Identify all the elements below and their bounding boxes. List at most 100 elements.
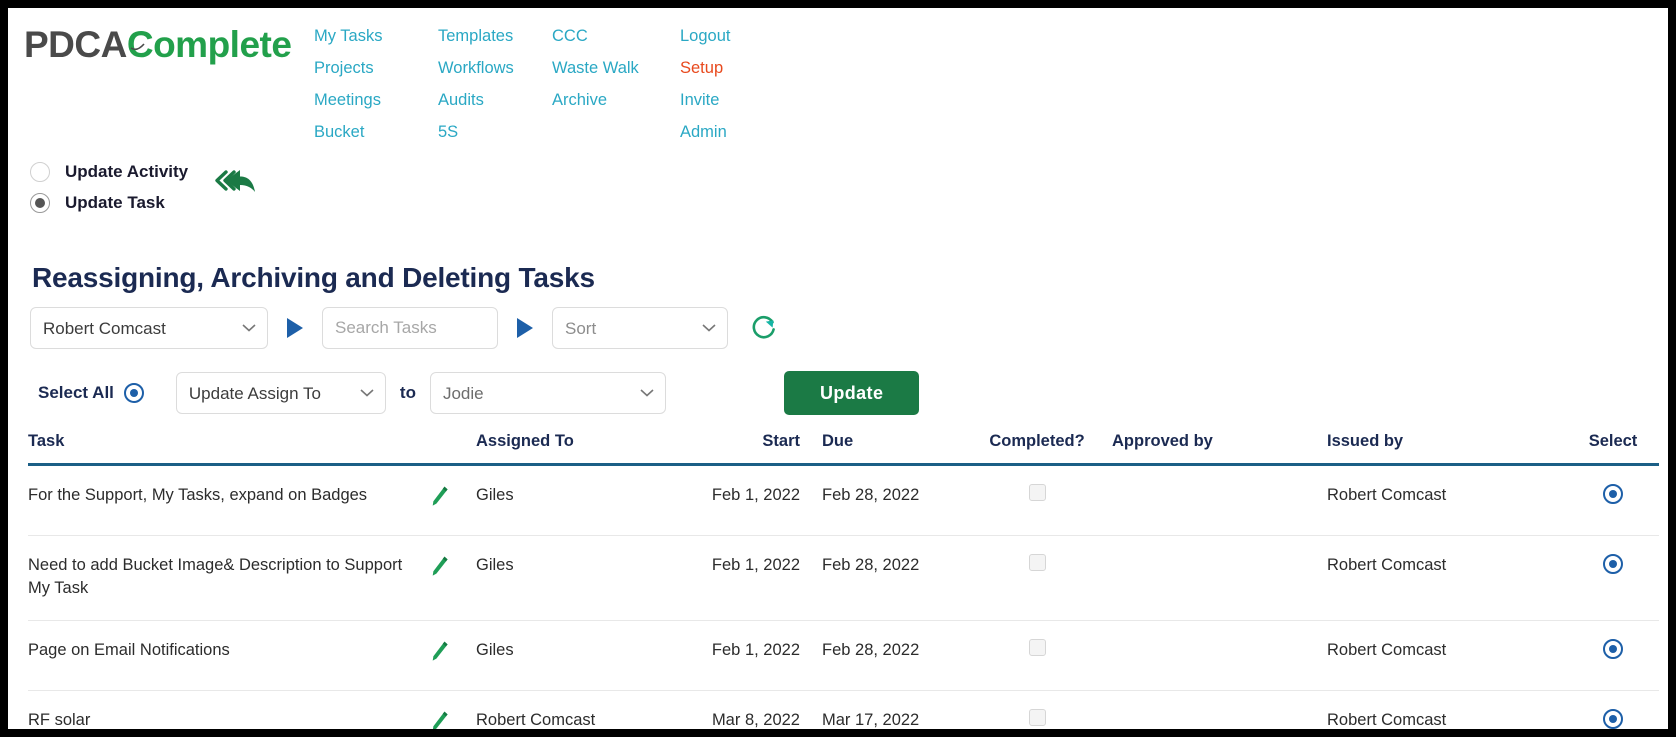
- radio-update-activity-label: Update Activity: [65, 161, 189, 181]
- nav-item-audits[interactable]: Audits: [438, 91, 552, 110]
- cell-assigned-to: Robert Comcast: [476, 690, 706, 729]
- cell-task: Need to add Bucket Image& Description to…: [28, 535, 428, 622]
- nav-item-archive[interactable]: Archive: [552, 91, 680, 110]
- cell-edit: [428, 690, 476, 729]
- cell-task: Page on Email Notifications: [28, 620, 428, 692]
- cell-issued-by: Robert Comcast: [1327, 535, 1567, 622]
- nav-item-meetings[interactable]: Meetings: [314, 91, 438, 110]
- column-header-completed[interactable]: Completed?: [962, 432, 1112, 465]
- assignee-select[interactable]: Jodie: [429, 372, 666, 414]
- cell-start: Mar 8, 2022: [706, 690, 822, 729]
- cell-edit: [428, 535, 476, 622]
- nav-item-bucket[interactable]: Bucket: [314, 123, 438, 142]
- table-header-row: Task Assigned To Start Due Completed? Ap…: [28, 432, 1659, 465]
- select-all-radio[interactable]: [123, 383, 144, 403]
- sort-select[interactable]: Sort: [552, 307, 728, 349]
- row-select-radio[interactable]: [1603, 554, 1623, 575]
- user-select[interactable]: Robert Comcast: [30, 307, 268, 349]
- cell-completed: [962, 620, 1112, 692]
- brand-logo-o: C: [126, 24, 154, 65]
- table-row: RF solar Robert Comcast Mar 8, 2022 Mar 17,…: [28, 690, 1659, 729]
- page-title: Reassigning, Archiving and Deleting Task…: [32, 261, 595, 293]
- cell-edit: [428, 464, 476, 537]
- cell-due: Mar 17, 2022: [822, 690, 962, 729]
- cell-completed: [962, 535, 1112, 622]
- cell-start: Feb 1, 2022: [706, 535, 822, 622]
- search-input[interactable]: [322, 307, 498, 349]
- cell-select: [1567, 535, 1659, 622]
- cell-assigned-to: Giles: [476, 620, 706, 692]
- nav-item-invite[interactable]: Invite: [680, 91, 790, 110]
- cell-select: [1567, 690, 1659, 729]
- apply-search-button[interactable]: [514, 316, 536, 340]
- brand-logo-accent: Complete: [127, 24, 292, 65]
- cell-approved-by: [1112, 535, 1327, 622]
- radio-option-update-task[interactable]: Update Task: [30, 187, 188, 218]
- tasks-table-header: Task Assigned To Start Due Completed? Ap…: [28, 432, 1659, 465]
- user-select-wrapper: Robert Comcast: [30, 307, 268, 349]
- edit-pencil-icon[interactable]: [428, 639, 450, 663]
- refresh-button[interactable]: [750, 314, 778, 342]
- update-button[interactable]: Update: [783, 371, 920, 415]
- radio-update-activity[interactable]: [30, 161, 50, 182]
- column-header-assigned-to[interactable]: Assigned To: [476, 432, 706, 465]
- column-header-due[interactable]: Due: [822, 432, 962, 465]
- bulk-action-select-wrapper: Update Assign To: [175, 372, 386, 414]
- brand-logo[interactable]: PDCAC omplete: [24, 24, 292, 66]
- sort-select-wrapper: Sort: [552, 307, 728, 349]
- nav-item-admin[interactable]: Admin: [680, 123, 790, 142]
- swoosh-icon: [130, 43, 145, 51]
- cell-approved-by: [1112, 690, 1327, 729]
- tasks-table-body: For the Support, My Tasks, expand on Bad…: [28, 464, 1659, 729]
- column-header-edit: [428, 432, 476, 465]
- cell-task: For the Support, My Tasks, expand on Bad…: [28, 464, 428, 537]
- column-header-task[interactable]: Task: [28, 432, 428, 465]
- site-header: PDCAC omplete My Tasks Templates CCC Logo…: [8, 8, 1668, 148]
- radio-update-task[interactable]: [30, 192, 50, 213]
- edit-pencil-icon[interactable]: [428, 554, 450, 578]
- cell-due: Feb 28, 2022: [822, 620, 962, 692]
- row-select-radio[interactable]: [1603, 484, 1623, 504]
- table-row: For the Support, My Tasks, expand on Bad…: [28, 464, 1659, 537]
- cell-completed: [962, 690, 1112, 729]
- row-select-radio[interactable]: [1603, 639, 1623, 660]
- row-select-radio[interactable]: [1603, 709, 1623, 729]
- apply-user-filter-button[interactable]: [284, 316, 306, 340]
- cell-assigned-to: Giles: [476, 535, 706, 622]
- column-header-select[interactable]: Select: [1567, 432, 1659, 465]
- update-mode-radio-group: Update Activity Update Task: [30, 156, 188, 218]
- back-arrow-icon[interactable]: [213, 166, 257, 201]
- edit-pencil-icon[interactable]: [428, 484, 450, 508]
- nav-item-ccc[interactable]: CCC: [552, 27, 680, 46]
- cell-start: Feb 1, 2022: [706, 620, 822, 692]
- cell-issued-by: Robert Comcast: [1327, 620, 1567, 692]
- completed-checkbox[interactable]: [1028, 554, 1046, 572]
- nav-item-logout[interactable]: Logout: [680, 27, 790, 46]
- completed-checkbox[interactable]: [1028, 639, 1046, 657]
- column-header-start[interactable]: Start: [706, 432, 822, 465]
- bulk-action-toolbar: Select All Update Assign To to Jodie Upd…: [38, 371, 920, 415]
- bulk-action-select[interactable]: Update Assign To: [175, 372, 386, 414]
- table-row: Need to add Bucket Image& Description to…: [28, 535, 1659, 622]
- column-header-issued-by[interactable]: Issued by: [1327, 432, 1567, 465]
- brand-logo-light-rest: omplete: [153, 24, 292, 65]
- cell-edit: [428, 620, 476, 692]
- edit-pencil-icon[interactable]: [428, 709, 450, 729]
- completed-checkbox[interactable]: [1028, 709, 1046, 727]
- column-header-approved-by[interactable]: Approved by: [1112, 432, 1327, 465]
- nav-item-projects[interactable]: Projects: [314, 59, 438, 78]
- nav-item-my-tasks[interactable]: My Tasks: [314, 27, 438, 46]
- nav-item-workflows[interactable]: Workflows: [438, 59, 552, 78]
- tasks-table: Task Assigned To Start Due Completed? Ap…: [28, 432, 1659, 729]
- play-triangle-icon: [517, 318, 533, 338]
- radio-option-update-activity[interactable]: Update Activity: [30, 156, 188, 187]
- cell-assigned-to: Giles: [476, 464, 706, 537]
- nav-item-templates[interactable]: Templates: [438, 27, 552, 46]
- nav-item-5s[interactable]: 5S: [438, 123, 552, 142]
- completed-checkbox[interactable]: [1028, 484, 1046, 501]
- cell-issued-by: Robert Comcast: [1327, 690, 1567, 729]
- play-triangle-icon: [287, 318, 303, 338]
- cell-approved-by: [1112, 464, 1327, 537]
- nav-item-waste-walk[interactable]: Waste Walk: [552, 59, 680, 78]
- nav-item-setup[interactable]: Setup: [680, 59, 790, 78]
